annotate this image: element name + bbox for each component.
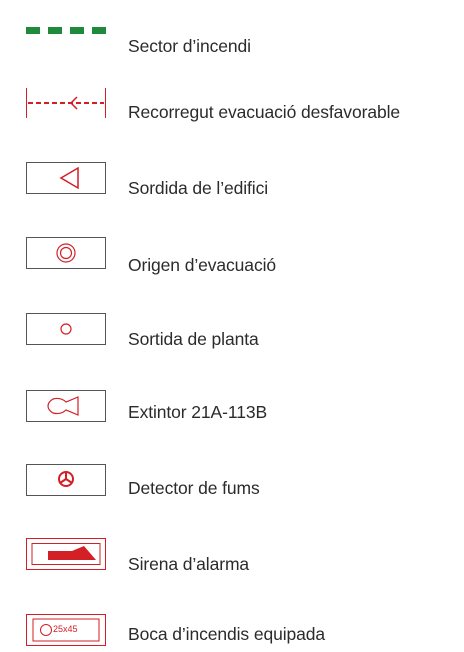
- extinguisher-icon: [26, 390, 106, 422]
- legend-item-smoke-detector: Detector de fums: [0, 464, 464, 504]
- fire-hose-size-label: 25x45: [53, 624, 78, 634]
- legend-label: Recorregut evacuació desfavorable: [128, 102, 401, 122]
- legend-label: Sordida de l’edifici: [128, 178, 269, 198]
- legend-label: Extintor 21A-113B: [128, 402, 268, 422]
- legend-label: Boca d’incendis equipada: [128, 624, 326, 644]
- fire-hose-box-icon: 25x45: [26, 614, 106, 646]
- evacuation-route-arrow-icon: [26, 88, 106, 120]
- legend-label: Sector d’incendi: [128, 36, 251, 56]
- legend-item-extinguisher: Extintor 21A-113B: [0, 390, 464, 430]
- fire-sector-line-icon: [26, 22, 106, 54]
- legend-item-fire-hose: 25x45 Boca d’incendis equipada: [0, 612, 464, 652]
- legend-item-alarm-siren: Sirena d’alarma: [0, 538, 464, 578]
- smoke-detector-icon: [26, 464, 106, 496]
- legend-item-floor-exit: Sortida de planta: [0, 313, 464, 353]
- floor-exit-circle-icon: [26, 313, 106, 345]
- legend-label: Origen d’evacuació: [128, 255, 277, 275]
- evacuation-origin-circles-icon: [26, 237, 106, 269]
- alarm-siren-icon: [26, 538, 106, 570]
- legend-label: Sirena d’alarma: [128, 554, 250, 574]
- legend-label: Detector de fums: [128, 478, 260, 498]
- legend-label: Sortida de planta: [128, 329, 259, 349]
- legend-item-evacuation-route: Recorregut evacuació desfavorable: [0, 88, 464, 128]
- building-exit-triangle-icon: [26, 162, 106, 194]
- legend-item-building-exit: Sordida de l’edifici: [0, 162, 464, 202]
- legend-item-fire-sector: Sector d’incendi: [0, 22, 464, 62]
- legend-item-evacuation-origin: Origen d’evacuació: [0, 237, 464, 277]
